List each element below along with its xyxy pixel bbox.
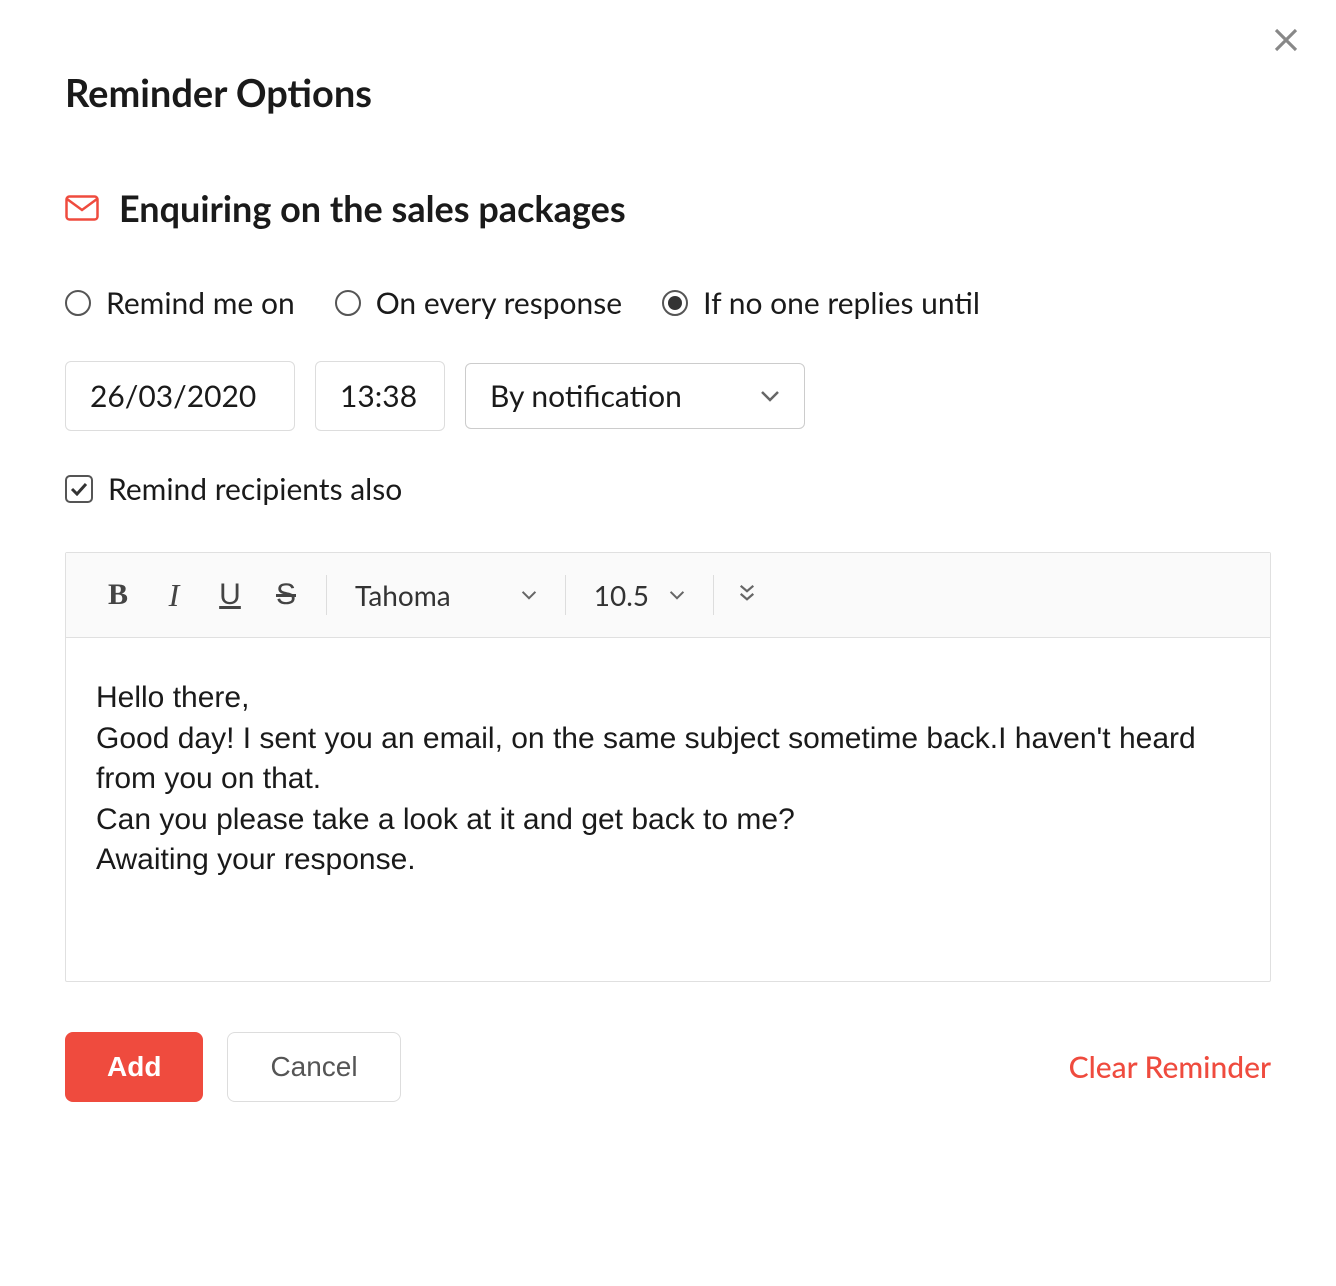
radio-label: On every response xyxy=(376,285,622,321)
mail-icon xyxy=(65,195,99,221)
clear-reminder-link[interactable]: Clear Reminder xyxy=(1069,1049,1271,1085)
radio-icon-selected xyxy=(662,290,688,316)
close-icon xyxy=(1271,25,1301,55)
editor-body[interactable]: Hello there, Good day! I sent you an ema… xyxy=(66,638,1270,981)
checkbox-label: Remind recipients also xyxy=(108,471,402,507)
radio-remind-me-on[interactable]: Remind me on xyxy=(65,285,295,321)
chevron-down-icon xyxy=(760,390,780,402)
checkbox-icon xyxy=(65,475,93,503)
close-button[interactable] xyxy=(1266,20,1306,60)
radio-label: If no one replies until xyxy=(703,285,980,321)
method-value: By notification xyxy=(490,378,682,414)
footer: Add Cancel Clear Reminder xyxy=(65,1032,1271,1102)
strikethrough-button[interactable]: S xyxy=(258,573,314,617)
subject-row: Enquiring on the sales packages xyxy=(65,186,1271,230)
font-size-select[interactable]: 10.5 xyxy=(578,578,701,612)
font-value: Tahoma xyxy=(355,578,451,612)
italic-button[interactable]: I xyxy=(146,573,202,617)
time-input[interactable]: 13:38 xyxy=(315,361,445,431)
underline-button[interactable]: U xyxy=(202,573,258,617)
bold-button[interactable]: B xyxy=(90,573,146,617)
radio-group: Remind me on On every response If no one… xyxy=(65,285,1271,321)
font-family-select[interactable]: Tahoma xyxy=(339,578,553,612)
radio-if-no-one-replies[interactable]: If no one replies until xyxy=(662,285,980,321)
subject-text: Enquiring on the sales packages xyxy=(119,186,626,230)
radio-on-every-response[interactable]: On every response xyxy=(335,285,622,321)
inputs-row: 26/03/2020 13:38 By notification xyxy=(65,361,1271,431)
add-button[interactable]: Add xyxy=(65,1032,203,1102)
radio-label: Remind me on xyxy=(106,285,295,321)
double-chevron-down-icon xyxy=(738,583,756,603)
toolbar-divider xyxy=(326,575,327,615)
toolbar-divider xyxy=(713,575,714,615)
size-value: 10.5 xyxy=(594,578,649,612)
cancel-button[interactable]: Cancel xyxy=(227,1032,400,1102)
dialog-title: Reminder Options xyxy=(65,70,1271,116)
editor-toolbar: B I U S Tahoma 10.5 xyxy=(66,553,1270,638)
notification-method-select[interactable]: By notification xyxy=(465,363,805,429)
toolbar-divider xyxy=(565,575,566,615)
chevron-down-icon xyxy=(521,590,537,600)
more-options-button[interactable] xyxy=(726,583,768,607)
date-input[interactable]: 26/03/2020 xyxy=(65,361,295,431)
remind-recipients-checkbox[interactable]: Remind recipients also xyxy=(65,471,1271,507)
chevron-down-icon xyxy=(669,590,685,600)
radio-icon xyxy=(335,290,361,316)
radio-icon xyxy=(65,290,91,316)
editor: B I U S Tahoma 10.5 xyxy=(65,552,1271,982)
